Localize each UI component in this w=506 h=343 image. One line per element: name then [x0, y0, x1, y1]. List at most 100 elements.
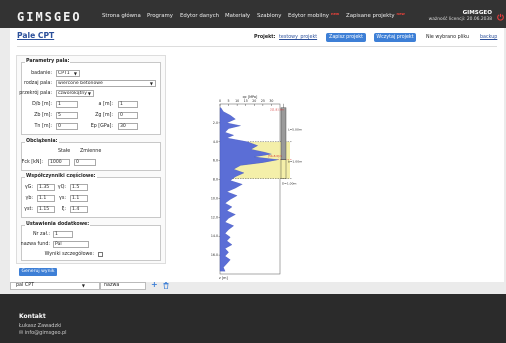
- footer: Kontakt Łukasz Zawadzki ✉ info@gimsgeo.p…: [0, 294, 506, 343]
- logout-icon[interactable]: [497, 13, 504, 21]
- badanie-select[interactable]: CPT1 ▼: [56, 70, 80, 77]
- y-tick-label: 4.0: [213, 140, 218, 144]
- partial-factors-fieldset: Współczynniki częściowe: γG: 1.35 γQ: 1.…: [21, 174, 161, 218]
- top-annotation: 2[1.8] 3m: [270, 108, 284, 112]
- attachment-no-label: Nr zał.:: [32, 232, 50, 237]
- ys-input[interactable]: 1.1: [70, 195, 88, 202]
- fck-variable-input[interactable]: 0: [74, 159, 96, 166]
- x-tick-label: 10: [235, 99, 239, 103]
- project-label: Projekt:: [254, 35, 276, 40]
- y-tick-label: 8.0: [213, 178, 218, 182]
- nav-item-data-editor[interactable]: Edytor danych: [180, 13, 219, 19]
- y-tick-label: 2.0: [213, 121, 218, 125]
- nav-item-mobile-editor[interactable]: Edytor mobilny new: [288, 12, 339, 19]
- foundation-name-input[interactable]: Pal: [53, 241, 89, 248]
- add-icon[interactable]: +: [151, 281, 158, 289]
- xi-input[interactable]: 1.4: [70, 206, 88, 213]
- load-project-button[interactable]: Wczytaj projekt: [374, 33, 416, 42]
- chevron-down-icon: ▼: [149, 81, 153, 86]
- yg-input[interactable]: 1.35: [37, 184, 55, 191]
- trash-icon[interactable]: [163, 282, 169, 289]
- section-select[interactable]: czworokątny ▼: [56, 90, 94, 97]
- x-tick-label: 25: [261, 99, 265, 103]
- loads-fieldset: Obciążenia: Stałe Zmienne Fck [kN]: 1000…: [21, 139, 161, 171]
- divider: [17, 46, 497, 47]
- ys-label: γs:: [59, 196, 66, 201]
- input-panel: Parametry pala: badanie: CPT1 ▼ rodzaj pa…: [16, 55, 166, 264]
- backup-link[interactable]: backup: [480, 35, 497, 40]
- chevron-down-icon: ▼: [87, 91, 91, 96]
- yst-label: γst:: [24, 207, 33, 212]
- fck-label: Fck [kN]:: [21, 160, 43, 165]
- nav-item-label: Strona główna: [102, 13, 141, 19]
- length-annotation: L=5.00m: [288, 127, 302, 131]
- tn-label: Tn [m]:: [34, 124, 52, 129]
- nav-item-home[interactable]: Strona główna: [102, 13, 141, 19]
- y-axis-label: z [m]: [219, 276, 228, 280]
- loads-legend: Obciążenia:: [25, 139, 59, 144]
- pile-params-fieldset: Parametry pala: badanie: CPT1 ▼ rodzaj pa…: [19, 59, 161, 135]
- loads-permanent-label: Stałe: [58, 149, 71, 154]
- fck-permanent-input[interactable]: 1000: [48, 159, 70, 166]
- a-label: a [m]:: [98, 102, 114, 107]
- project-name-link[interactable]: testowy_projekt: [279, 35, 317, 40]
- license-info: ważność licencji: 20.06.2038: [428, 17, 492, 22]
- yb-label: γb:: [25, 196, 34, 201]
- pile-type-select[interactable]: wiercone betonowe ▼: [56, 80, 156, 87]
- yst-input[interactable]: 1.15: [37, 206, 55, 213]
- user-name: GIMSGEO: [462, 10, 492, 16]
- chevron-down-icon: ▼: [81, 283, 85, 288]
- pile-type-value: wiercone betonowe: [58, 81, 103, 86]
- nav-item-label: Programy: [147, 13, 173, 19]
- footer-name: Łukasz Zawadzki: [19, 323, 62, 329]
- badanie-value: CPT1: [58, 71, 70, 76]
- no-file-label: Nie wybrano pliku: [426, 35, 469, 40]
- zg-input[interactable]: 0: [118, 112, 138, 119]
- ep-input[interactable]: 30: [118, 123, 138, 130]
- a-input[interactable]: 1: [118, 101, 138, 108]
- detailed-results-label: Wyniki szczegółowe:: [44, 252, 94, 257]
- yb-input[interactable]: 1.1: [37, 195, 55, 202]
- y-tick-label: 12.0: [211, 215, 218, 219]
- cpt-chart: 0 5 10 15 20 25 30 2.0 4.0 6.0 8.0 10.0 12.0 14.0 16.0…: [211, 95, 302, 280]
- x-tick-label: 20: [252, 99, 256, 103]
- nav-item-templates[interactable]: Szablony: [257, 13, 281, 19]
- width-annotation: b=1.00m: [288, 160, 302, 164]
- footer-email[interactable]: ✉ info@gimsgeo.pl: [19, 330, 67, 336]
- zb-label: Zb [m]:: [34, 113, 52, 118]
- detailed-results-checkbox[interactable]: [98, 252, 103, 257]
- calc-name-input[interactable]: nazwa: [100, 282, 146, 290]
- saved-calc-select[interactable]: pal CPT ▼: [10, 282, 100, 290]
- nav-item-label: Edytor mobilny: [288, 13, 329, 19]
- section-value: czworokątny: [58, 91, 88, 96]
- d-input[interactable]: 1: [56, 101, 78, 108]
- xi-label: ξ:: [61, 207, 66, 212]
- zg-label: Zg [m]:: [95, 113, 113, 118]
- nav-item-programs[interactable]: Programy: [147, 13, 173, 19]
- yq-input[interactable]: 1.5: [70, 184, 88, 191]
- yq-label: γQ:: [57, 185, 66, 190]
- attachment-no-input[interactable]: 1: [53, 231, 73, 238]
- content-card: Pale CPT Projekt: testowy_projekt Zapisz…: [10, 28, 504, 282]
- nav-item-saved-projects[interactable]: Zapisane projekty new: [346, 12, 405, 19]
- x-tick-label: 0: [219, 99, 221, 103]
- x-tick-label: 15: [244, 99, 248, 103]
- mid-annotation: [5b-8.0]m: [268, 154, 282, 158]
- d-label: D/b [m]:: [32, 102, 52, 107]
- x-axis-label: qc [MPa]: [243, 95, 258, 99]
- saved-calc-value: pal CPT: [16, 283, 35, 288]
- save-project-button[interactable]: Zapisz projekt: [326, 33, 366, 42]
- x-tick-label: 30: [269, 99, 273, 103]
- badanie-label: badanie:: [31, 71, 52, 76]
- y-tick-label: 16.0: [211, 253, 218, 257]
- foundation-name-label: nazwa fund:: [20, 242, 50, 247]
- nav-item-materials[interactable]: Materiały: [225, 13, 250, 19]
- x-tick-label: 5: [228, 99, 230, 103]
- yg-label: γG:: [24, 185, 33, 190]
- new-badge: new: [396, 12, 405, 16]
- page-title[interactable]: Pale CPT: [17, 31, 54, 40]
- tn-input[interactable]: 0: [56, 123, 78, 130]
- logo[interactable]: GIMSGEO: [17, 10, 82, 24]
- zb-input[interactable]: 5: [56, 112, 78, 119]
- generate-result-button[interactable]: Generuj wynik: [19, 268, 57, 276]
